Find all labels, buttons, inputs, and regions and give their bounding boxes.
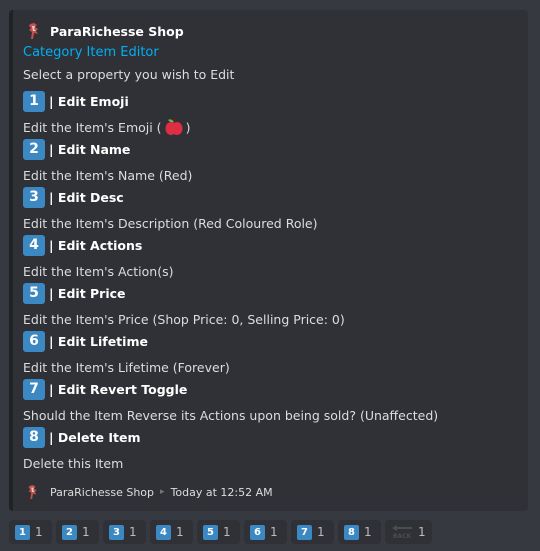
footer-timestamp: Today at 12:52 AM [170,485,273,499]
back-arrow-icon: BACK [392,524,412,540]
field-value: Edit the Item's Emoji ( ) [23,117,503,136]
field-name: 6 | Edit Lifetime [23,330,503,352]
field-value: Edit the Item's Action(s) [23,263,174,279]
embed-author: ParaRichesse Shop [26,21,184,41]
field-name: 1 | Edit Emoji [23,90,503,112]
footer-separator: ▸ [160,487,165,497]
shop-logo-icon [29,23,38,39]
keycap-1-icon: 1 [15,524,30,540]
reaction-8[interactable]: 8 1 [338,520,381,544]
reaction-2[interactable]: 2 1 [56,520,99,544]
keycap-6-icon: 6 [250,524,265,540]
keycap-8-icon: 8 [23,426,45,448]
field-title: | Edit Name [49,141,131,157]
reaction-6[interactable]: 6 1 [244,520,287,544]
keycap-7-icon: 7 [297,524,312,540]
keycap-4-icon: 4 [156,524,171,540]
field-title: | Edit Lifetime [49,333,148,349]
reaction-count: 1 [176,525,184,539]
field-edit-price: 5 | Edit Price Edit the Item's Price (Sh… [23,282,503,328]
field-name: 3 | Edit Desc [23,186,503,208]
field-value: Edit the Item's Description (Red Coloure… [23,215,318,231]
red-apple-icon [165,117,183,135]
field-title: | Edit Price [49,285,126,301]
keycap-6-icon: 6 [23,330,45,352]
keycap-2-icon: 2 [23,138,45,160]
field-edit-emoji: 1 | Edit Emoji Edit the Item's Emoji ( ) [23,90,503,136]
field-edit-actions: 4 | Edit Actions Edit the Item's Action(… [23,234,503,280]
reaction-7[interactable]: 7 1 [291,520,334,544]
field-name: 7 | Edit Revert Toggle [23,378,503,400]
field-value: Edit the Item's Lifetime (Forever) [23,359,230,375]
keycap-3-icon: 3 [109,524,124,540]
field-title: | Edit Desc [49,189,124,205]
field-value-prefix: Edit the Item's Emoji ( [23,119,162,135]
reaction-count: 1 [129,525,137,539]
embed-footer: ParaRichesse Shop ▸ Today at 12:52 AM [26,483,273,501]
field-value: Should the Item Reverse its Actions upon… [23,407,439,423]
reaction-count: 1 [35,525,43,539]
field-edit-name: 2 | Edit Name Edit the Item's Name (Red) [23,138,503,184]
embed: ParaRichesse Shop Category Item Editor S… [9,10,528,511]
field-title: | Edit Emoji [49,93,129,109]
field-title: | Delete Item [49,429,141,445]
keycap-8-icon: 8 [344,524,359,540]
reaction-count: 1 [82,525,90,539]
footer-text: ParaRichesse Shop [50,485,155,499]
reaction-count: 1 [317,525,325,539]
keycap-1-icon: 1 [23,90,45,112]
reaction-count: 1 [270,525,278,539]
reaction-5[interactable]: 5 1 [197,520,240,544]
keycap-5-icon: 5 [203,524,218,540]
keycap-3-icon: 3 [23,186,45,208]
keycap-2-icon: 2 [62,524,77,540]
field-edit-desc: 3 | Edit Desc Edit the Item's Descriptio… [23,186,503,232]
reaction-back[interactable]: BACK 1 [385,520,432,544]
reaction-3[interactable]: 3 1 [103,520,146,544]
embed-title[interactable]: Category Item Editor [23,45,159,60]
field-title: | Edit Revert Toggle [49,381,188,397]
field-value: Edit the Item's Price (Shop Price: 0, Se… [23,311,345,327]
field-name: 8 | Delete Item [23,426,503,448]
reaction-1[interactable]: 1 1 [9,520,52,544]
embed-color-bar [9,10,13,511]
field-value: Delete this Item [23,455,124,471]
keycap-4-icon: 4 [23,234,45,256]
field-delete-item: 8 | Delete Item Delete this Item [23,426,503,472]
field-name: 4 | Edit Actions [23,234,503,256]
field-title: | Edit Actions [49,237,143,253]
author-name[interactable]: ParaRichesse Shop [50,24,184,39]
embed-description: Select a property you wish to Edit [23,67,235,82]
shop-logo-icon [28,485,37,499]
field-value: Edit the Item's Name (Red) [23,167,193,183]
reaction-count: 1 [418,525,426,539]
field-value-suffix: ) [185,119,191,135]
keycap-7-icon: 7 [23,378,45,400]
reaction-4[interactable]: 4 1 [150,520,193,544]
reaction-count: 1 [223,525,231,539]
keycap-5-icon: 5 [23,282,45,304]
field-name: 2 | Edit Name [23,138,503,160]
svg-text:BACK: BACK [393,533,412,540]
reactions-bar: 1 1 2 1 3 1 4 1 5 1 6 1 7 1 8 1 BACK 1 [9,520,432,544]
reaction-count: 1 [364,525,372,539]
field-name: 5 | Edit Price [23,282,503,304]
field-edit-revert-toggle: 7 | Edit Revert Toggle Should the Item R… [23,378,503,424]
field-edit-lifetime: 6 | Edit Lifetime Edit the Item's Lifeti… [23,330,503,376]
